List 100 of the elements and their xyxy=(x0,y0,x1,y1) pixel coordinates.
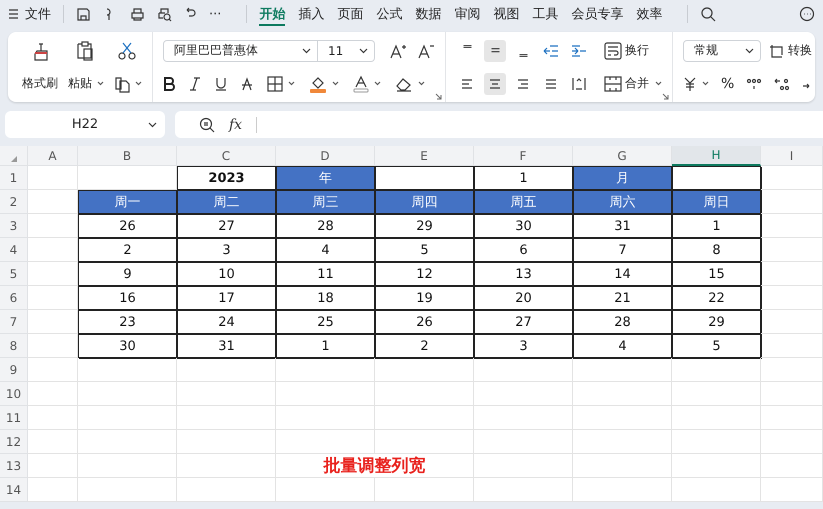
column-header[interactable]: E xyxy=(375,146,474,166)
caret-icon[interactable] xyxy=(97,81,104,86)
table-cell xyxy=(761,310,823,334)
wrap-text-icon[interactable] xyxy=(604,42,622,60)
ribbon-tab[interactable]: 公式 xyxy=(376,2,402,26)
column-header[interactable]: F xyxy=(474,146,573,166)
column-header[interactable]: A xyxy=(28,146,78,166)
table-cell: 13 xyxy=(474,262,573,286)
table-cell: 1 xyxy=(474,166,573,190)
caret-icon[interactable] xyxy=(288,81,295,86)
ribbon-tab[interactable]: 插入 xyxy=(298,2,324,26)
column-header[interactable]: B xyxy=(78,146,177,166)
underline-icon[interactable] xyxy=(215,76,227,90)
column-header[interactable]: G xyxy=(573,146,672,166)
row-header[interactable]: 6 xyxy=(0,286,28,310)
ribbon-tab[interactable]: 审阅 xyxy=(454,2,480,26)
increase-indent-icon[interactable] xyxy=(571,42,587,58)
eraser-icon[interactable] xyxy=(395,76,413,92)
file-menu[interactable]: 文件 xyxy=(25,5,51,23)
search-icon[interactable] xyxy=(700,6,716,22)
row-header[interactable]: 10 xyxy=(0,382,28,406)
dialog-launcher-icon[interactable] xyxy=(435,93,442,100)
ribbon-tab[interactable]: 视图 xyxy=(493,2,520,26)
row-header[interactable]: 12 xyxy=(0,430,28,454)
merge-button[interactable]: 合并 xyxy=(625,75,649,92)
convert-button[interactable]: 转换 xyxy=(788,42,812,59)
thousands-separator-icon[interactable] xyxy=(746,76,762,90)
bold-icon[interactable] xyxy=(163,76,175,90)
ribbon-tab[interactable]: 页面 xyxy=(337,2,364,26)
column-header[interactable]: C xyxy=(177,146,276,166)
percent-button[interactable]: % xyxy=(721,76,734,92)
print-preview-icon[interactable] xyxy=(157,6,172,22)
more-button[interactable]: ··· xyxy=(209,4,222,24)
row-header[interactable]: 9 xyxy=(0,358,28,382)
column-header[interactable]: I xyxy=(761,146,823,166)
row-header[interactable]: 3 xyxy=(0,214,28,238)
table-cell: 周三 xyxy=(276,190,375,214)
chat-icon[interactable] xyxy=(799,6,815,22)
formula-input[interactable]: fx xyxy=(175,111,823,138)
dialog-launcher-icon[interactable] xyxy=(662,93,669,100)
strikethrough-icon[interactable] xyxy=(241,76,253,90)
copy-icon[interactable] xyxy=(114,74,130,92)
font-color-icon[interactable] xyxy=(353,74,369,92)
align-bottom-icon xyxy=(518,54,528,58)
align-middle-button[interactable] xyxy=(484,40,506,62)
wrap-text-button[interactable]: 换行 xyxy=(625,42,649,59)
caret-icon[interactable] xyxy=(418,81,425,86)
row-header[interactable]: 1 xyxy=(0,166,28,190)
row-header[interactable]: 5 xyxy=(0,262,28,286)
ribbon-tab[interactable]: 数据 xyxy=(415,2,442,26)
fill-color-icon[interactable] xyxy=(309,74,327,92)
scissors-icon[interactable] xyxy=(118,40,136,60)
caret-icon[interactable] xyxy=(702,81,709,86)
row-header[interactable]: 13 xyxy=(0,454,28,478)
row-header[interactable]: 11 xyxy=(0,406,28,430)
name-box[interactable]: H22 xyxy=(5,111,165,138)
ribbon-tab[interactable]: 效率 xyxy=(636,2,662,26)
table-cell: 1 xyxy=(276,334,375,358)
caret-icon[interactable] xyxy=(332,81,339,86)
row-header[interactable]: 2 xyxy=(0,190,28,214)
table-cell: 28 xyxy=(573,310,672,334)
ribbon-tab[interactable]: 工具 xyxy=(532,2,558,26)
print-icon[interactable] xyxy=(130,6,145,22)
align-center-button[interactable] xyxy=(484,72,506,94)
table-cell: 年 xyxy=(276,166,375,190)
chevron-icon[interactable] xyxy=(302,48,311,54)
format-painter-button[interactable]: 格式刷 xyxy=(22,75,58,92)
paste-button[interactable]: 粘贴 xyxy=(68,75,92,92)
increase-decimal-icon[interactable] xyxy=(774,76,790,90)
font-name-dropdown[interactable]: 阿里巴巴普惠体 xyxy=(163,40,318,62)
column-header[interactable]: D xyxy=(276,146,375,166)
insert-function-button[interactable]: fx xyxy=(229,116,242,132)
row-header[interactable]: 14 xyxy=(0,478,28,502)
ribbon-tab[interactable]: 开始 xyxy=(259,2,286,26)
align-middle-icon xyxy=(490,48,500,53)
caret-icon[interactable] xyxy=(374,81,381,86)
row-header[interactable]: 7 xyxy=(0,310,28,334)
font-size-dropdown[interactable]: 11 xyxy=(318,40,375,62)
table-cell xyxy=(28,310,78,334)
border-icon[interactable] xyxy=(267,76,283,92)
save-icon[interactable] xyxy=(76,6,91,22)
number-format-dropdown[interactable]: 常规 xyxy=(683,40,761,62)
table-cell: 周二 xyxy=(177,190,276,214)
zoom-icon[interactable] xyxy=(199,116,215,132)
menu-icon[interactable] xyxy=(8,8,19,20)
select-all-icon[interactable] xyxy=(10,156,16,162)
caret-icon[interactable] xyxy=(135,81,142,86)
column-header[interactable]: H xyxy=(672,146,761,166)
row-header[interactable]: 8 xyxy=(0,334,28,358)
ribbon-tab[interactable]: 会员专享 xyxy=(571,2,624,26)
row-header[interactable]: 4 xyxy=(0,238,28,262)
caret-icon[interactable] xyxy=(655,81,662,86)
merge-cells-icon[interactable] xyxy=(604,74,622,92)
currency-icon[interactable] xyxy=(683,76,697,90)
italic-icon[interactable] xyxy=(189,76,201,90)
decrease-indent-icon[interactable] xyxy=(543,42,559,58)
convert-icon[interactable] xyxy=(769,44,785,58)
chevron-icon[interactable] xyxy=(745,48,754,54)
chevron-icon[interactable] xyxy=(148,122,157,128)
chevron-icon[interactable] xyxy=(359,48,368,54)
